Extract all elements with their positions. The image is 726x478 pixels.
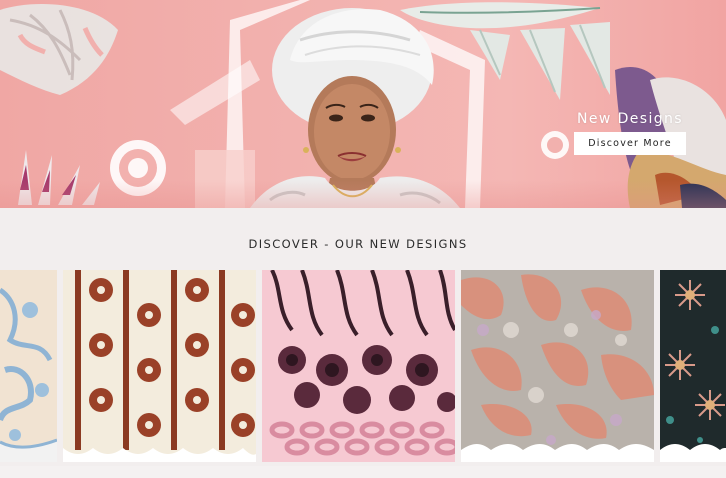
hero-cta: New Designs Discover More: [566, 111, 694, 155]
peach-grey-lace-image: [461, 270, 654, 462]
section-heading: DISCOVER - OUR NEW DESIGNS: [248, 237, 468, 251]
black-pink-lace-image: [660, 270, 726, 462]
hero-artwork: [0, 0, 726, 208]
pink-black-lace-image: [262, 270, 455, 462]
blue-lace-fabric-image: [0, 270, 57, 462]
discover-more-button[interactable]: Discover More: [574, 132, 686, 155]
product-card-brown-lace[interactable]: [63, 270, 256, 462]
hero-title: New Designs: [576, 111, 684, 127]
product-card-pink-black-lace[interactable]: [262, 270, 455, 462]
page-bottom-edge: [0, 466, 726, 478]
hero-bottom-shade: [0, 180, 726, 208]
product-card-peach-grey-lace[interactable]: [461, 270, 654, 462]
product-card-blue-lace[interactable]: [0, 270, 57, 462]
product-card-black-pink-lace[interactable]: [660, 270, 726, 462]
product-carousel[interactable]: [0, 268, 726, 464]
brown-flower-lace-image: [63, 270, 256, 462]
hero-banner: New Designs Discover More: [0, 0, 726, 208]
